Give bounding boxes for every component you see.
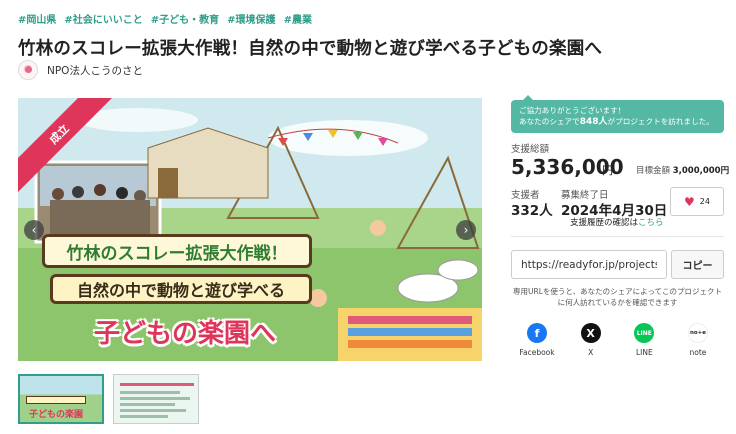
tag-social-good[interactable]: #社会にいいこと — [64, 11, 142, 26]
tag-list: #岡山県 #社会にいいこと #子ども・教育 #環境保護 #農業 — [18, 11, 312, 26]
share-facebook-label: Facebook — [519, 348, 555, 357]
project-title: 竹林のスコレー拡張大作戦！自然の中で動物と遊び学べる子どもの楽園へ — [18, 39, 603, 59]
thumbnail-2[interactable] — [113, 374, 199, 424]
share-thanks-notice: ご協力ありがとうございます！ あなたのシェアで848人がプロジェクトを訪れました… — [511, 95, 724, 133]
notice-visit-count: 848人 — [579, 117, 608, 127]
tag-prefecture[interactable]: #岡山県 — [18, 11, 56, 26]
total-unit: 円 — [602, 164, 613, 177]
share-facebook-button[interactable]: f Facebook — [515, 323, 559, 357]
share-buttons: f Facebook X X LINE LINE no+e note — [511, 323, 724, 357]
share-line-button[interactable]: LINE LINE — [622, 323, 666, 357]
tag-agriculture[interactable]: #農業 — [284, 11, 312, 26]
thumbnail-list: 子どもの楽園へ — [18, 374, 199, 424]
chevron-left-icon: ‹ — [31, 223, 37, 237]
supporters-count: 332人 — [511, 203, 553, 219]
x-icon: X — [580, 323, 601, 343]
note-icon: no+e — [687, 323, 708, 343]
tag-environment[interactable]: #環境保護 — [227, 11, 275, 26]
thumbnail-1[interactable]: 子どもの楽園へ — [18, 374, 104, 424]
total-label: 支援総額 — [511, 144, 550, 155]
facebook-icon: f — [527, 323, 547, 343]
share-note-button[interactable]: no+e note — [676, 323, 720, 357]
share-x-label: X — [588, 348, 594, 357]
favorite-button[interactable]: ♥ 24 — [670, 187, 724, 216]
thumbnail-1-banner — [26, 396, 86, 404]
support-history: 支援履歴の確認はこちら — [570, 218, 664, 228]
success-badge-label: 成立 — [46, 121, 72, 147]
chevron-right-icon: › — [463, 223, 469, 237]
notice-line1: ご協力ありがとうございます！ — [519, 106, 626, 115]
organization-avatar — [18, 60, 38, 80]
share-url-field[interactable] — [511, 250, 667, 279]
share-note-label: note — [689, 348, 707, 357]
divider — [511, 236, 724, 237]
carousel-next-button[interactable]: › — [456, 220, 476, 240]
share-url-note: 専用URLを使うと、あなたのシェアによってこのプロジェクト に何人訪れているかを… — [513, 287, 722, 307]
organization-link[interactable]: NPO法人こうのさと — [18, 60, 143, 80]
hero-banner-line1: 竹林のスコレー拡張大作戦！ — [42, 234, 312, 268]
organization-name: NPO法人こうのさと — [47, 64, 143, 77]
carousel-prev-button[interactable]: ‹ — [24, 220, 44, 240]
share-x-button[interactable]: X X — [569, 323, 613, 357]
copy-url-button[interactable]: コピー — [671, 250, 724, 279]
share-line-label: LINE — [635, 348, 653, 357]
goal-amount: 目標金額 3,000,000円 — [636, 166, 730, 176]
favorite-count: 24 — [699, 197, 710, 206]
hero-banner-line2: 自然の中で動物と遊び学べる — [50, 274, 312, 304]
hero-image: 成立 竹林のスコレー拡張大作戦！ 自然の中で動物と遊び学べる 子どもの楽園へ ‹… — [18, 98, 482, 361]
heart-icon: ♥ — [684, 194, 695, 209]
hero-banner-line3: 子どもの楽園へ — [93, 318, 276, 349]
line-icon: LINE — [634, 323, 655, 343]
success-badge: 成立 — [18, 98, 128, 208]
support-history-link[interactable]: こちら — [638, 218, 664, 228]
notice-line2: あなたのシェアで848人がプロジェクトを訪れました。 — [519, 117, 714, 127]
tag-children-education[interactable]: #子ども・教育 — [151, 11, 219, 26]
thumbnail-1-caption: 子どもの楽園へ — [28, 410, 83, 420]
